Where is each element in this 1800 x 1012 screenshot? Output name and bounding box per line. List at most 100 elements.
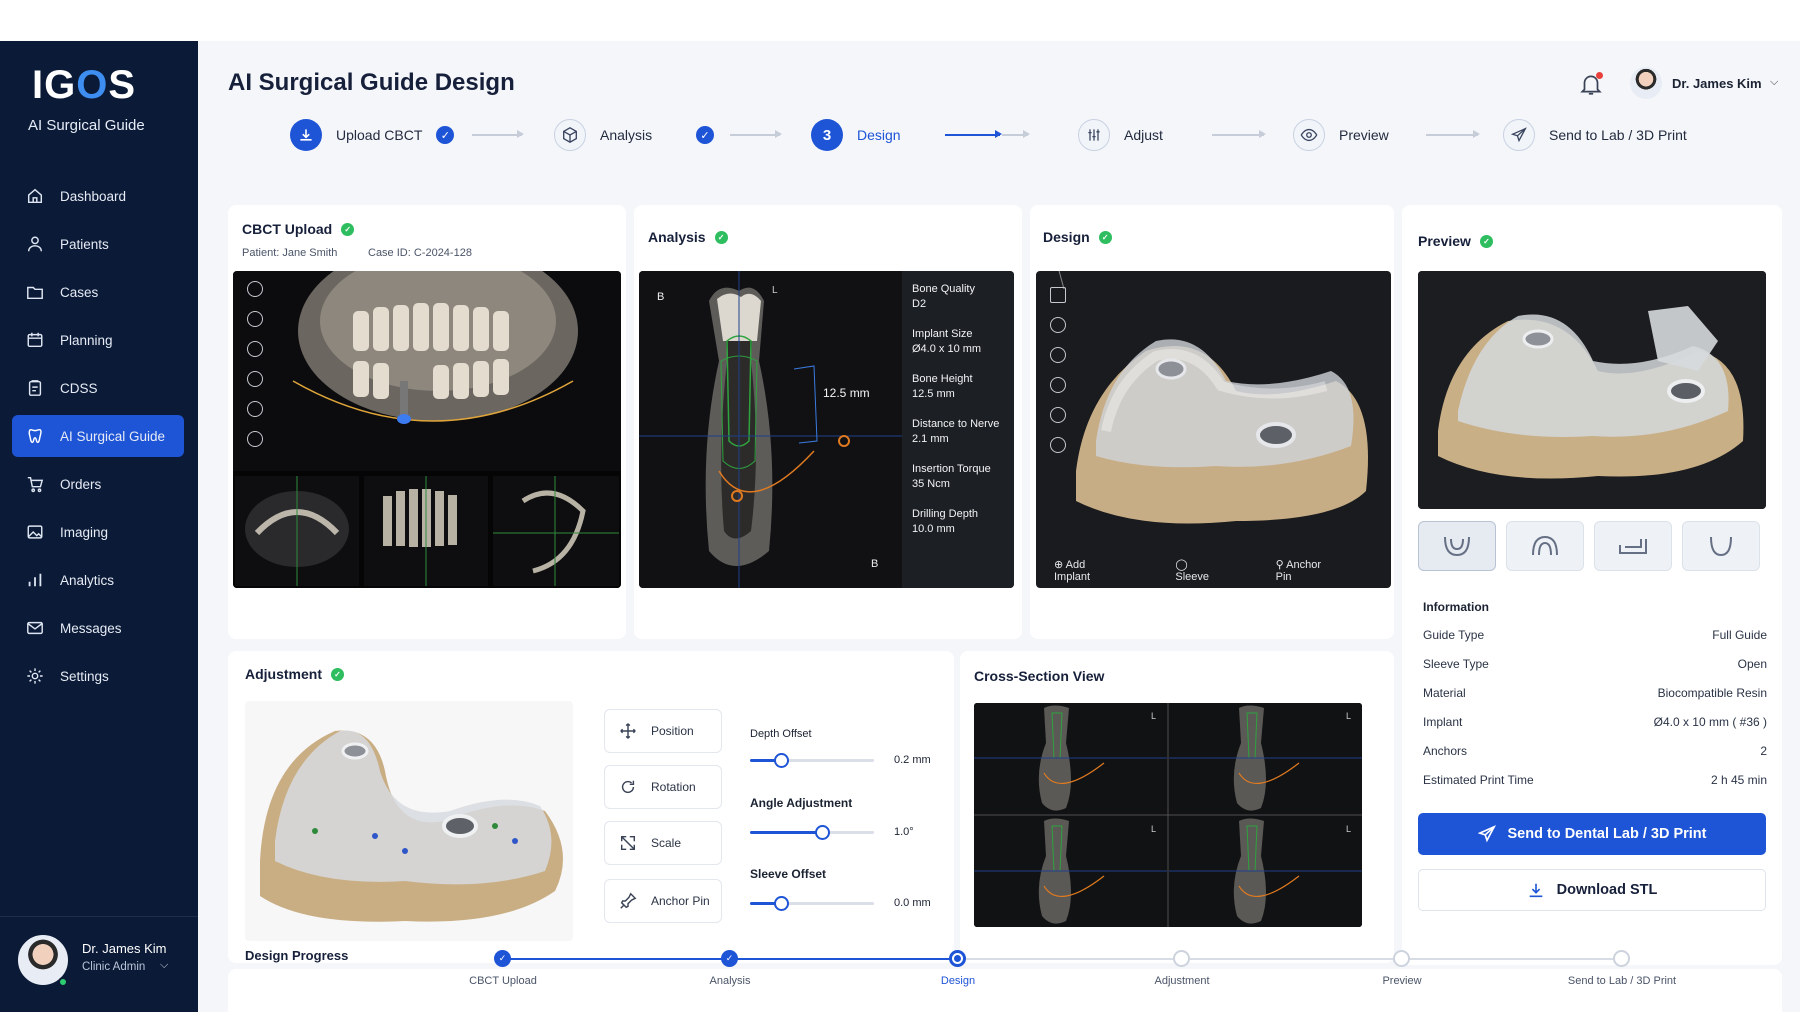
- view-lateral-button[interactable]: [1594, 521, 1672, 571]
- sidebar-item-label: Planning: [60, 332, 113, 348]
- check-icon: ✓: [1098, 230, 1112, 244]
- sidebar-item-settings[interactable]: Settings: [12, 655, 184, 697]
- user-icon: [26, 235, 44, 253]
- move-icon[interactable]: [1050, 317, 1066, 333]
- progress-label-cbct-upload: CBCT Upload: [469, 975, 537, 987]
- sidebar-item-orders[interactable]: Orders: [12, 463, 184, 505]
- anchor-pin-label: Anchor Pin: [1275, 558, 1321, 583]
- anchor-pin-adjust-button[interactable]: Anchor Pin: [604, 879, 722, 923]
- analysis-viewer[interactable]: B L B 12.5 mm Bone Quality D2 Implant Si…: [639, 271, 1014, 588]
- card-title-text: CBCT Upload: [242, 221, 333, 237]
- sidebar-item-label: Analytics: [60, 572, 115, 588]
- slider-handle[interactable]: [814, 825, 830, 840]
- card-title-text: Analysis: [648, 229, 706, 245]
- adjustment-3d-viewer[interactable]: [245, 701, 573, 941]
- sidebar-item-label: Patients: [60, 236, 109, 252]
- view-side-button[interactable]: [1682, 521, 1760, 571]
- analysis-title: Analysis ✓: [648, 229, 728, 245]
- progress-dot-preview[interactable]: [1393, 950, 1410, 967]
- sleeve-offset-slider[interactable]: [750, 896, 874, 911]
- orientation-label-l: L: [772, 285, 778, 296]
- sidebar-item-label: Messages: [60, 620, 122, 636]
- sidebar-item-ai-surgical-guide[interactable]: AI Surgical Guide: [12, 415, 184, 457]
- step-upload-cbct[interactable]: Upload CBCT ✓: [290, 115, 455, 155]
- progress-line-remaining: [958, 958, 1622, 960]
- export-icon[interactable]: [1050, 437, 1066, 453]
- implant-size-value: Ø4.0 x 10 mm: [912, 343, 982, 355]
- progress-dot-cbct-upload[interactable]: ✓: [494, 950, 511, 967]
- design-3d-viewer[interactable]: ⊕ Add Implant ◯ Sleeve ⚲ Anchor Pin: [1036, 271, 1391, 588]
- step-send-to-lab[interactable]: Send to Lab / 3D Print: [1503, 115, 1687, 155]
- bone-height-value: 12.5 mm: [912, 388, 955, 400]
- chevron-down-icon[interactable]: ⌵: [160, 959, 168, 972]
- progress-dot-send-to-lab[interactable]: [1613, 950, 1630, 967]
- progress-label-design: Design: [940, 975, 976, 987]
- step-preview[interactable]: Preview: [1293, 115, 1389, 155]
- rotate-icon[interactable]: [247, 281, 263, 297]
- download-icon: [1529, 883, 1542, 898]
- insertion-torque-value: 35 Ncm: [912, 478, 950, 490]
- snapshot-icon[interactable]: [1050, 407, 1066, 423]
- layers-icon[interactable]: [247, 371, 263, 387]
- rotation-button[interactable]: Rotation: [604, 765, 722, 809]
- anchor-pin-label: Anchor Pin: [651, 894, 710, 908]
- insertion-torque-label: Insertion Torque: [912, 463, 991, 475]
- view-occlusal-button[interactable]: [1418, 521, 1496, 571]
- sidebar-item-patients[interactable]: Patients: [12, 223, 184, 265]
- slider-handle[interactable]: [774, 753, 789, 768]
- step-label: Design: [857, 127, 901, 143]
- progress-dot-adjustment[interactable]: [1173, 950, 1190, 967]
- chevron-down-icon[interactable]: ⌵: [1770, 76, 1778, 89]
- sleeve-offset-value: 0.0 mm: [894, 897, 931, 909]
- rotation-label: Rotation: [651, 780, 696, 794]
- cbct-viewer[interactable]: [233, 271, 621, 588]
- rotate-icon[interactable]: [1050, 347, 1066, 363]
- check-icon: ✓: [714, 230, 728, 244]
- view-frontal-button[interactable]: [1506, 521, 1584, 571]
- preview-3d-image[interactable]: [1418, 271, 1766, 509]
- sidebar-item-planning[interactable]: Planning: [12, 319, 184, 361]
- sleeve-button[interactable]: ◯ Sleeve: [1175, 558, 1249, 583]
- depth-offset-slider[interactable]: [750, 753, 874, 768]
- slider-handle[interactable]: [774, 896, 789, 911]
- step-label: Preview: [1339, 127, 1389, 143]
- design-progress-title: Design Progress: [245, 948, 349, 963]
- camera-icon[interactable]: [247, 431, 263, 447]
- info-label: Material: [1423, 686, 1466, 700]
- sidebar-item-imaging[interactable]: Imaging: [12, 511, 184, 553]
- sidebar-user[interactable]: Dr. James Kim Clinic Admin ⌵: [0, 916, 198, 1012]
- sidebar-item-dashboard[interactable]: Dashboard: [12, 175, 184, 217]
- anchor-pin-button[interactable]: ⚲ Anchor Pin: [1276, 558, 1365, 583]
- sidebar-item-cdss[interactable]: CDSS: [12, 367, 184, 409]
- add-implant-button[interactable]: ⊕ Add Implant: [1054, 558, 1149, 583]
- design-tool-row: ⊕ Add Implant ◯ Sleeve ⚲ Anchor Pin: [1036, 552, 1391, 588]
- step-analysis[interactable]: Analysis: [554, 115, 652, 155]
- position-button[interactable]: Position: [604, 709, 722, 753]
- sidebar-item-messages[interactable]: Messages: [12, 607, 184, 649]
- step-adjust[interactable]: Adjust: [1078, 115, 1163, 155]
- progress-dot-analysis[interactable]: ✓: [721, 950, 738, 967]
- progress-dot-design[interactable]: [949, 950, 966, 967]
- scale-icon: [620, 835, 636, 851]
- bone-quality-label: Bone Quality: [912, 283, 975, 295]
- pin-icon: [620, 892, 637, 909]
- angle-adjustment-slider[interactable]: [750, 825, 874, 840]
- send-to-dental-lab-button[interactable]: Send to Dental Lab / 3D Print: [1418, 813, 1766, 855]
- sidebar-item-analytics[interactable]: Analytics: [12, 559, 184, 601]
- settings-icon[interactable]: [247, 341, 263, 357]
- measure-icon[interactable]: [1050, 377, 1066, 393]
- sidebar-item-cases[interactable]: Cases: [12, 271, 184, 313]
- progress-label-adjustment: Adjustment: [1154, 975, 1210, 987]
- step-design[interactable]: 3 Design: [811, 115, 901, 155]
- cursor-icon[interactable]: [1050, 287, 1066, 303]
- zoom-icon[interactable]: [247, 311, 263, 327]
- online-status-indicator: [58, 977, 68, 987]
- scale-button[interactable]: Scale: [604, 821, 722, 865]
- card-title-text: Adjustment: [245, 666, 322, 682]
- download-stl-button[interactable]: Download STL: [1418, 869, 1766, 911]
- cross-section-grid[interactable]: L L L L: [974, 703, 1362, 927]
- sliders-icon: [1078, 119, 1110, 151]
- info-row-material: Material Biocompatible Resin: [1423, 686, 1767, 700]
- contrast-icon[interactable]: [247, 401, 263, 417]
- info-value: Open: [1737, 657, 1767, 671]
